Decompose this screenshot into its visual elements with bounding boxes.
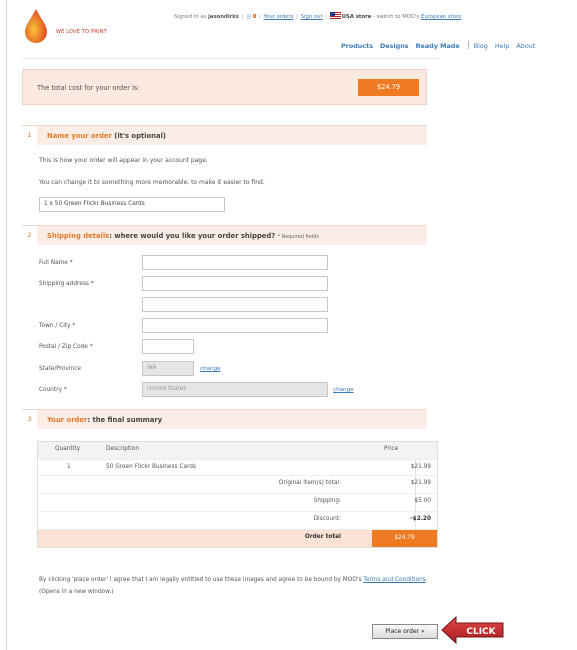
discount-label: Discount: [313,516,341,522]
section-number: 2 [22,226,37,245]
section-subtitle: : the final summary [87,416,163,424]
section-number: 3 [22,410,37,429]
address-line-2-input[interactable] [142,297,328,312]
nav-ready-made[interactable]: Ready Made [416,42,460,50]
nav-designs[interactable]: Designs [380,42,409,50]
town-input[interactable] [142,318,328,333]
state-input: WA [142,361,194,376]
nav-divider [467,41,469,49]
section-note: (it's optional) [114,132,167,140]
total-cost-banner: The total cost for your order is: $24.79 [22,69,427,105]
price-header: Price [384,446,399,452]
postal-label: Postal / Zip Code * [39,344,93,350]
european-store-link[interactable]: European store [421,14,461,20]
full-name-input[interactable] [142,255,328,270]
legal-notice: By clicking 'place order' I agree that I… [39,574,447,598]
table-row: 1 50 Green Flickr Business Cards $21.99 [38,460,437,476]
section-title: Shipping details [47,232,110,240]
us-flag-icon [329,12,341,19]
postal-input[interactable] [142,339,194,354]
username: jasondirks [208,14,239,20]
shipping-row: Shipping: $5.00 [38,494,437,512]
main-nav: Products Designs Ready Made Blog Help About [341,41,577,50]
order-summary-table: Quantity Description Price 1 50 Green Fl… [37,441,438,548]
order-total-label: Order total [304,534,341,540]
item-description: 50 Green Flickr Business Cards [106,464,196,470]
nav-about[interactable]: About [516,42,535,50]
cart-count[interactable]: 0 [253,14,257,20]
shipping-value: $5.00 [414,498,431,504]
discount-value: -$2.20 [410,516,431,522]
store-name: USA store [341,14,372,20]
section-name-order: 1 Name your order (it's optional) [22,125,427,145]
country-label: Country * [39,387,67,393]
name-help-text-1: This is how your order will appear in yo… [39,157,208,164]
change-state-link[interactable]: change [200,366,221,372]
sign-out-link[interactable]: Sign out [301,14,323,20]
shipping-label: Shipping: [313,498,341,504]
click-arrow-icon: CLICK [441,615,504,645]
nav-products[interactable]: Products [341,42,373,50]
nav-blog[interactable]: Blog [474,42,488,50]
discount-row: Discount: -$2.20 [38,512,437,530]
cart-icon[interactable]: 🛒 [246,14,253,20]
total-cost-label: The total cost for your order is: [37,84,140,92]
address-line-1-input[interactable] [142,276,328,291]
switch-store-label: - switch to MOO's [373,14,420,20]
moo-logo-icon [25,9,47,43]
your-orders-link[interactable]: Your orders [264,14,294,20]
place-order-button[interactable]: Place order » [372,624,438,639]
state-label: State/Province [39,366,81,372]
section-number: 1 [22,126,37,145]
original-total-value: $21.99 [410,480,431,486]
original-total-row: Original item(s) total: $21.99 [38,476,437,494]
legal-text: By clicking 'place order' I agree that I… [39,577,362,583]
order-total-value: $24.79 [372,530,437,547]
section-shipping: 2 Shipping details: where would you like… [22,225,427,245]
section-title: Name your order [47,132,112,140]
table-header: Quantity Description Price [38,442,437,460]
qty-header: Quantity [55,446,81,452]
town-label: Town / City * [39,323,76,329]
terms-link[interactable]: Terms and Conditions [363,577,425,583]
section-order-summary: 3 Your order: the final summary [22,409,427,429]
brand-tagline: WE LOVE TO PRINT [56,29,107,35]
order-total-row: Order total $24.79 [38,530,437,547]
name-help-text-2: You can change it to something more memo… [39,179,265,186]
item-price: $21.99 [410,464,431,470]
account-bar: Signed in as jasondirks | 🛒0 | Your orde… [174,12,462,20]
original-total-label: Original item(s) total: [278,480,341,486]
item-qty: 1 [67,464,71,470]
required-note: * Required fields [277,234,319,240]
click-label: CLICK [466,627,496,637]
desc-header: Description [106,446,140,452]
full-name-label: Full Name * [39,260,73,266]
signed-in-label: Signed in as [174,14,207,20]
nav-help[interactable]: Help [495,42,510,50]
header-divider [22,58,438,59]
total-cost-amount: $24.79 [358,79,419,96]
shipping-address-label: Shipping address * [39,281,94,287]
change-country-link[interactable]: change [333,387,354,393]
country-input: United States [142,382,328,397]
section-subtitle: : where would you like your order shippe… [109,232,276,240]
section-title: Your order [47,416,88,424]
order-name-input[interactable]: 1 x 50 Green Flickr Business Cards [39,197,225,212]
